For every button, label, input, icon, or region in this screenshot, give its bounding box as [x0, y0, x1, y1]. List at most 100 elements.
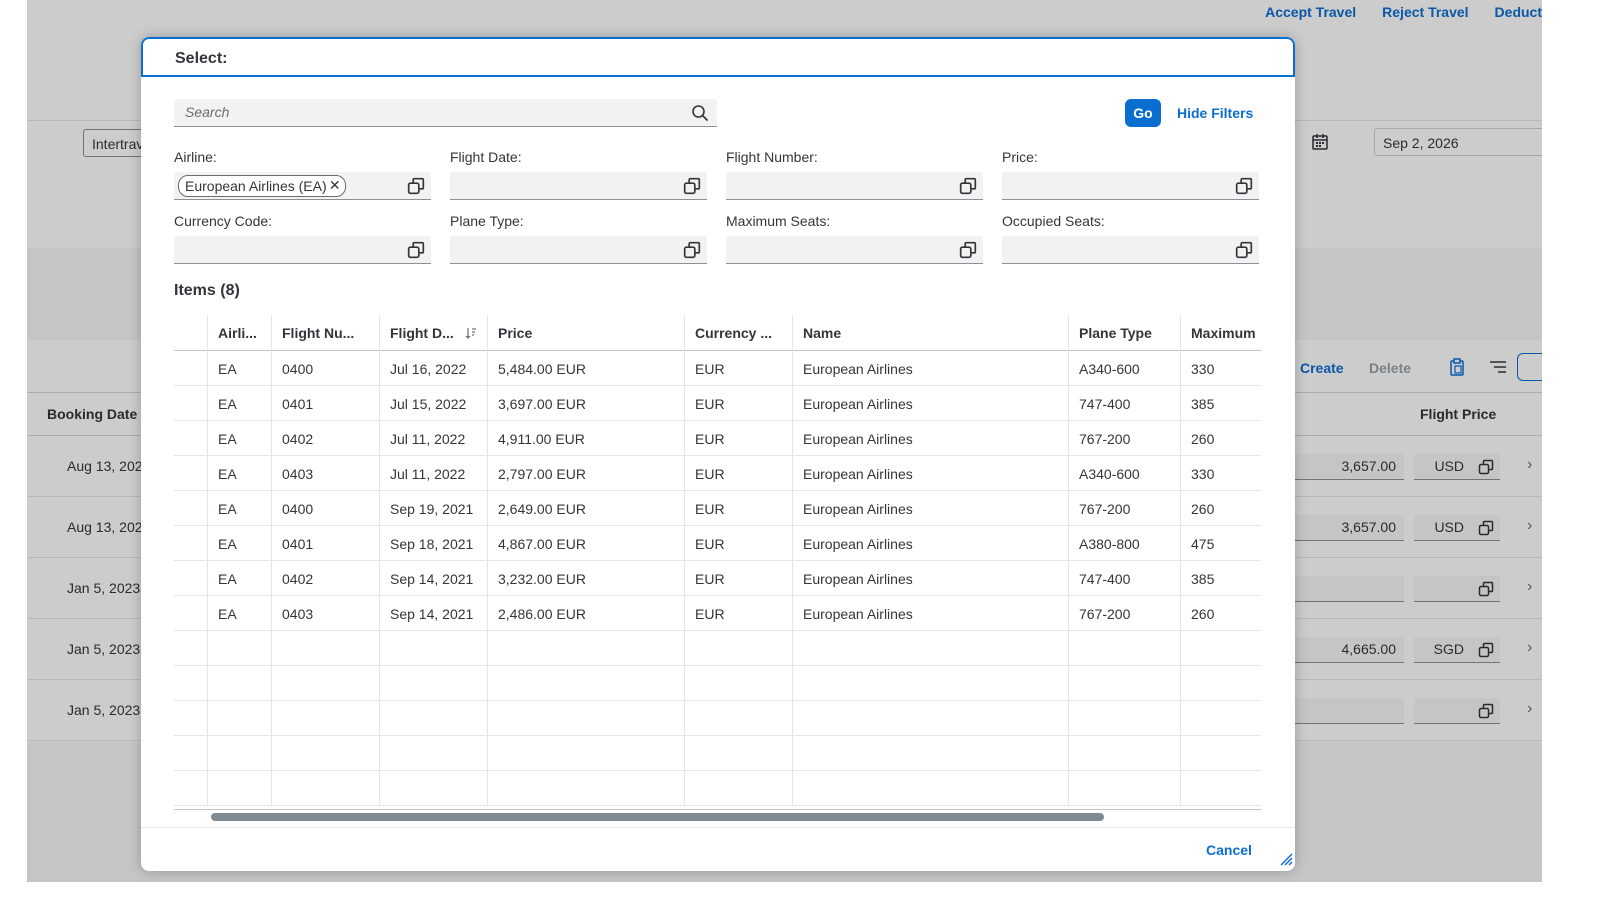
airline-token-text: European Airlines (EA) — [185, 178, 327, 194]
cell-flight-number: 0403 — [272, 596, 380, 631]
table-row[interactable]: EA 0400 Sep 19, 2021 2,649.00 EUR EUR Europea… — [174, 491, 1261, 526]
cell-price — [488, 701, 685, 736]
value-help-icon[interactable] — [1235, 177, 1253, 198]
cell-flight-date: Sep 18, 2021 — [380, 526, 488, 561]
value-help-icon[interactable] — [959, 241, 977, 262]
table-row[interactable]: EA 0402 Sep 14, 2021 3,232.00 EUR EUR Europea… — [174, 561, 1261, 596]
cell-flight-date — [380, 736, 488, 771]
dialog-title: Select: — [175, 50, 228, 67]
cell-flight-number — [272, 736, 380, 771]
cancel-button[interactable]: Cancel — [1206, 842, 1252, 858]
plane-type-field[interactable] — [450, 236, 707, 264]
hide-filters-button[interactable]: Hide Filters — [1177, 105, 1253, 121]
table-row[interactable]: EA 0403 Jul 11, 2022 2,797.00 EUR EUR Europea… — [174, 456, 1261, 491]
flight-date-field[interactable] — [450, 172, 707, 200]
row-selector — [174, 771, 208, 806]
cell-airline: EA — [208, 526, 272, 561]
cell-flight-date: Jul 16, 2022 — [380, 351, 488, 386]
cell-plane-type: 767-200 — [1069, 491, 1181, 526]
cell-price: 2,797.00 EUR — [488, 456, 685, 491]
row-selector[interactable] — [174, 456, 208, 491]
table-row[interactable]: EA 0401 Sep 18, 2021 4,867.00 EUR EUR Europea… — [174, 526, 1261, 561]
row-selector[interactable] — [174, 491, 208, 526]
cell-maximum-seats: 330 — [1191, 466, 1215, 482]
airline-field[interactable]: European Airlines (EA) ✕ — [174, 172, 431, 200]
search-input[interactable] — [174, 99, 674, 125]
cell-maximum-seats — [1181, 736, 1261, 771]
row-selector[interactable] — [174, 561, 208, 596]
cell-currency: EUR — [685, 526, 793, 561]
column-header-flight-number[interactable]: Flight Nu... — [272, 315, 380, 351]
value-help-icon[interactable] — [959, 177, 977, 198]
cell-currency — [685, 736, 793, 771]
cell-maximum-seats: 260 — [1191, 431, 1215, 447]
empty-table-row — [174, 736, 1261, 771]
column-header-plane-type[interactable]: Plane Type — [1069, 315, 1181, 351]
search-field[interactable] — [174, 99, 717, 127]
row-selector[interactable] — [174, 526, 208, 561]
empty-table-row — [174, 631, 1261, 666]
cell-price: 2,649.00 EUR — [488, 491, 685, 526]
cell-flight-number: 0402 — [272, 561, 380, 596]
search-icon[interactable] — [691, 104, 709, 125]
dialog-header: Select: — [141, 37, 1295, 77]
column-header-airline[interactable]: Airli... — [208, 315, 272, 351]
right-margin — [1542, 0, 1600, 900]
table-bottom-border — [174, 809, 1261, 810]
row-selector[interactable] — [174, 351, 208, 386]
flight-number-field[interactable] — [726, 172, 983, 200]
cell-plane-type: A340-600 — [1069, 351, 1181, 386]
cell-name — [793, 701, 1069, 736]
table-row[interactable]: EA 0403 Sep 14, 2021 2,486.00 EUR EUR Europea… — [174, 596, 1261, 631]
value-help-icon[interactable] — [683, 241, 701, 262]
flight-date-label: Flight Date: — [450, 149, 522, 165]
token-remove-icon[interactable]: ✕ — [329, 177, 341, 194]
value-help-icon[interactable] — [1235, 241, 1253, 262]
currency-code-field[interactable] — [174, 236, 431, 264]
cell-price — [488, 771, 685, 806]
cell-price: 4,911.00 EUR — [488, 421, 685, 456]
cell-price — [488, 631, 685, 666]
maximum-seats-field[interactable] — [726, 236, 983, 264]
column-header-flight-date[interactable]: Flight D... — [380, 315, 488, 351]
cell-flight-number — [272, 631, 380, 666]
value-help-icon[interactable] — [407, 177, 425, 198]
cell-currency: EUR — [685, 386, 793, 421]
cell-price: 5,484.00 EUR — [488, 351, 685, 386]
cell-airline — [208, 701, 272, 736]
maximum-seats-label: Maximum Seats: — [726, 213, 831, 229]
selection-column-header — [174, 315, 208, 351]
resize-handle-icon[interactable] — [1279, 852, 1293, 869]
table-row[interactable]: EA 0400 Jul 16, 2022 5,484.00 EUR EUR Europea… — [174, 351, 1261, 386]
column-header-maximum-seats[interactable]: Maximum — [1181, 315, 1261, 351]
column-header-name[interactable]: Name — [793, 315, 1069, 351]
cell-maximum-seats: 260 — [1191, 606, 1215, 622]
cell-maximum-seats: 330 — [1191, 361, 1215, 377]
row-selector[interactable] — [174, 421, 208, 456]
column-header-currency[interactable]: Currency ... — [685, 315, 793, 351]
occupied-seats-label: Occupied Seats: — [1002, 213, 1105, 229]
cell-currency — [685, 771, 793, 806]
row-selector — [174, 631, 208, 666]
value-help-dialog: Select: Go Hide Filters Airline: Flight … — [141, 37, 1295, 871]
airline-token[interactable]: European Airlines (EA) ✕ — [178, 175, 346, 197]
cell-flight-number — [272, 771, 380, 806]
cell-plane-type — [1069, 736, 1181, 771]
horizontal-scrollbar[interactable] — [174, 813, 1261, 823]
go-button[interactable]: Go — [1125, 99, 1161, 127]
row-selector[interactable] — [174, 386, 208, 421]
table-row[interactable]: EA 0402 Jul 11, 2022 4,911.00 EUR EUR Europea… — [174, 421, 1261, 456]
row-selector[interactable] — [174, 596, 208, 631]
table-row[interactable]: EA 0401 Jul 15, 2022 3,697.00 EUR EUR Europea… — [174, 386, 1261, 421]
column-header-price[interactable]: Price — [488, 315, 685, 351]
cell-name — [793, 736, 1069, 771]
occupied-seats-field[interactable] — [1002, 236, 1259, 264]
cell-airline: EA — [208, 386, 272, 421]
value-help-icon[interactable] — [683, 177, 701, 198]
price-field[interactable] — [1002, 172, 1259, 200]
horizontal-scrollbar-thumb[interactable] — [211, 813, 1104, 821]
cell-flight-date — [380, 771, 488, 806]
cell-maximum-seats: 475 — [1191, 536, 1215, 552]
value-help-icon[interactable] — [407, 241, 425, 262]
cell-flight-date: Jul 11, 2022 — [380, 456, 488, 491]
